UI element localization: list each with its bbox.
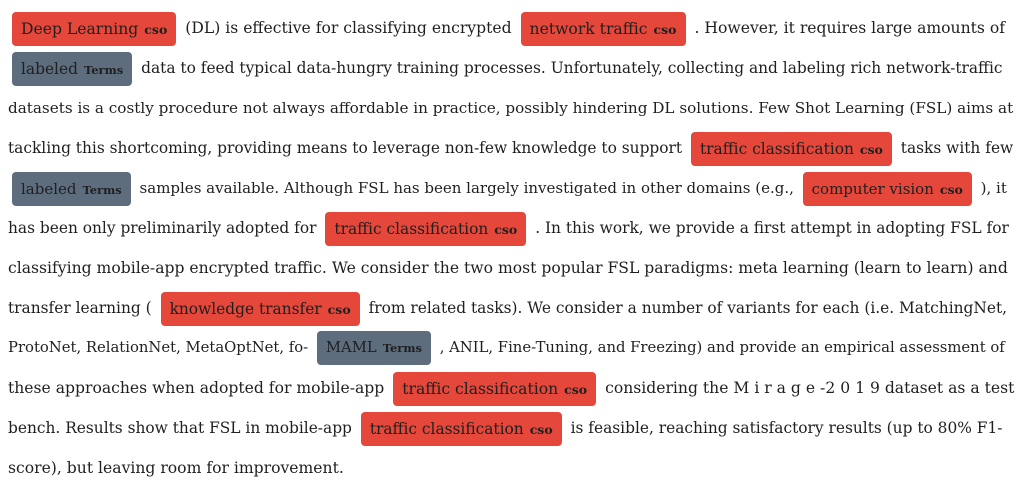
text-segment: ProtoNet, RelationNet, MetaOptNet, fo-: [8, 339, 309, 356]
entity-highlight-cso[interactable]: computer vision cso: [802, 172, 972, 206]
text-line: bench. Results show that FSL in mobile-a…: [8, 408, 1002, 448]
entity-label-badge: cso: [653, 22, 677, 37]
entity-highlight-cso[interactable]: traffic classification cso: [360, 412, 562, 446]
entity-label-badge: cso: [939, 182, 963, 197]
text-segment: (DL) is effective for classifying encryp…: [185, 19, 512, 37]
entity-text: traffic classification: [402, 380, 559, 398]
text-line: labeled Terms samples available. Although…: [8, 168, 1007, 208]
text-line: ProtoNet, RelationNet, MetaOptNet, fo- M…: [8, 328, 1005, 368]
entity-label-badge: cso: [144, 22, 168, 37]
entity-text: network traffic: [529, 20, 648, 38]
text-segment: , ANIL, Fine-Tuning, and Freezing) and p…: [439, 339, 1005, 356]
text-segment: these approaches when adopted for mobile…: [8, 379, 385, 397]
text-line: Deep Learning cso (DL) is effective for c…: [8, 8, 1005, 48]
entity-text: traffic classification: [334, 220, 489, 238]
entity-label-badge: cso: [494, 222, 518, 237]
text-line: has been only preliminarily adopted for …: [8, 208, 1009, 248]
text-segment: tasks with few: [900, 139, 1014, 157]
text-segment: transfer learning (: [8, 299, 152, 317]
text-segment: data to feed typical data-hungry trainin…: [141, 59, 1003, 77]
text-segment: from related tasks). We consider a numbe…: [368, 299, 1008, 317]
text-segment: ), it: [980, 179, 1007, 197]
entity-label-badge: cso: [859, 142, 883, 157]
entity-text: Deep Learning: [21, 20, 139, 38]
entity-label-badge: Terms: [82, 183, 122, 197]
text-line: classifying mobile-app encrypted traffic…: [8, 248, 1008, 288]
entity-text: traffic classification: [369, 420, 524, 438]
text-segment: tackling this shortcoming, providing mea…: [8, 139, 683, 157]
entity-label-badge: cso: [564, 382, 588, 397]
entity-highlight-terms[interactable]: labeled Terms: [12, 172, 131, 206]
text-segment: has been only preliminarily adopted for: [8, 219, 317, 237]
text-line: score), but leaving room for improvement…: [8, 448, 344, 488]
entity-highlight-cso[interactable]: traffic classification cso: [325, 212, 527, 246]
entity-label-badge: cso: [327, 302, 351, 317]
entity-highlight-terms[interactable]: labeled Terms: [12, 52, 133, 86]
entity-text: labeled: [21, 60, 78, 78]
text-line: these approaches when adopted for mobile…: [8, 368, 1014, 408]
entity-highlight-cso[interactable]: Deep Learning cso: [12, 12, 177, 46]
entity-highlight-terms[interactable]: MAML Terms: [316, 331, 431, 365]
entity-label-badge: Terms: [382, 341, 422, 355]
text-line: labeled Terms data to feed typical data-h…: [8, 48, 1003, 88]
text-line: datasets is a costly procedure not alway…: [8, 88, 1013, 128]
entity-highlight-cso[interactable]: traffic classification cso: [691, 132, 892, 166]
entity-highlight-cso[interactable]: network traffic cso: [520, 12, 686, 46]
text-segment: . However, it requires large amounts of: [694, 19, 1006, 37]
entity-label-badge: cso: [529, 422, 553, 437]
text-segment: score), but leaving room for improvement…: [8, 459, 344, 477]
text-segment: bench. Results show that FSL in mobile-a…: [8, 419, 352, 437]
entity-text: traffic classification: [700, 140, 854, 158]
annotated-abstract: Deep Learning cso (DL) is effective for c…: [0, 0, 1024, 496]
text-segment: datasets is a costly procedure not alway…: [8, 99, 1014, 117]
entity-text: knowledge transfer: [169, 300, 322, 318]
text-line: tackling this shortcoming, providing mea…: [8, 128, 1013, 168]
text-segment: is feasible, reaching satisfactory resul…: [570, 419, 1003, 437]
text-segment: considering the M i r a g e -2 0 1 9 dat…: [605, 379, 1015, 397]
entity-highlight-cso[interactable]: traffic classification cso: [393, 372, 597, 406]
text-segment: samples available. Although FSL has been…: [139, 179, 794, 197]
entity-text: computer vision: [811, 180, 934, 198]
text-segment: . In this work, we provide a first attem…: [535, 219, 1009, 237]
text-line: transfer learning ( knowledge transfer cs…: [8, 288, 1007, 328]
entity-label-badge: Terms: [83, 63, 124, 77]
entity-text: labeled: [21, 180, 77, 198]
text-segment: classifying mobile-app encrypted traffic…: [8, 259, 1008, 277]
entity-highlight-cso[interactable]: knowledge transfer cso: [160, 292, 360, 326]
entity-text: MAML: [325, 339, 377, 356]
